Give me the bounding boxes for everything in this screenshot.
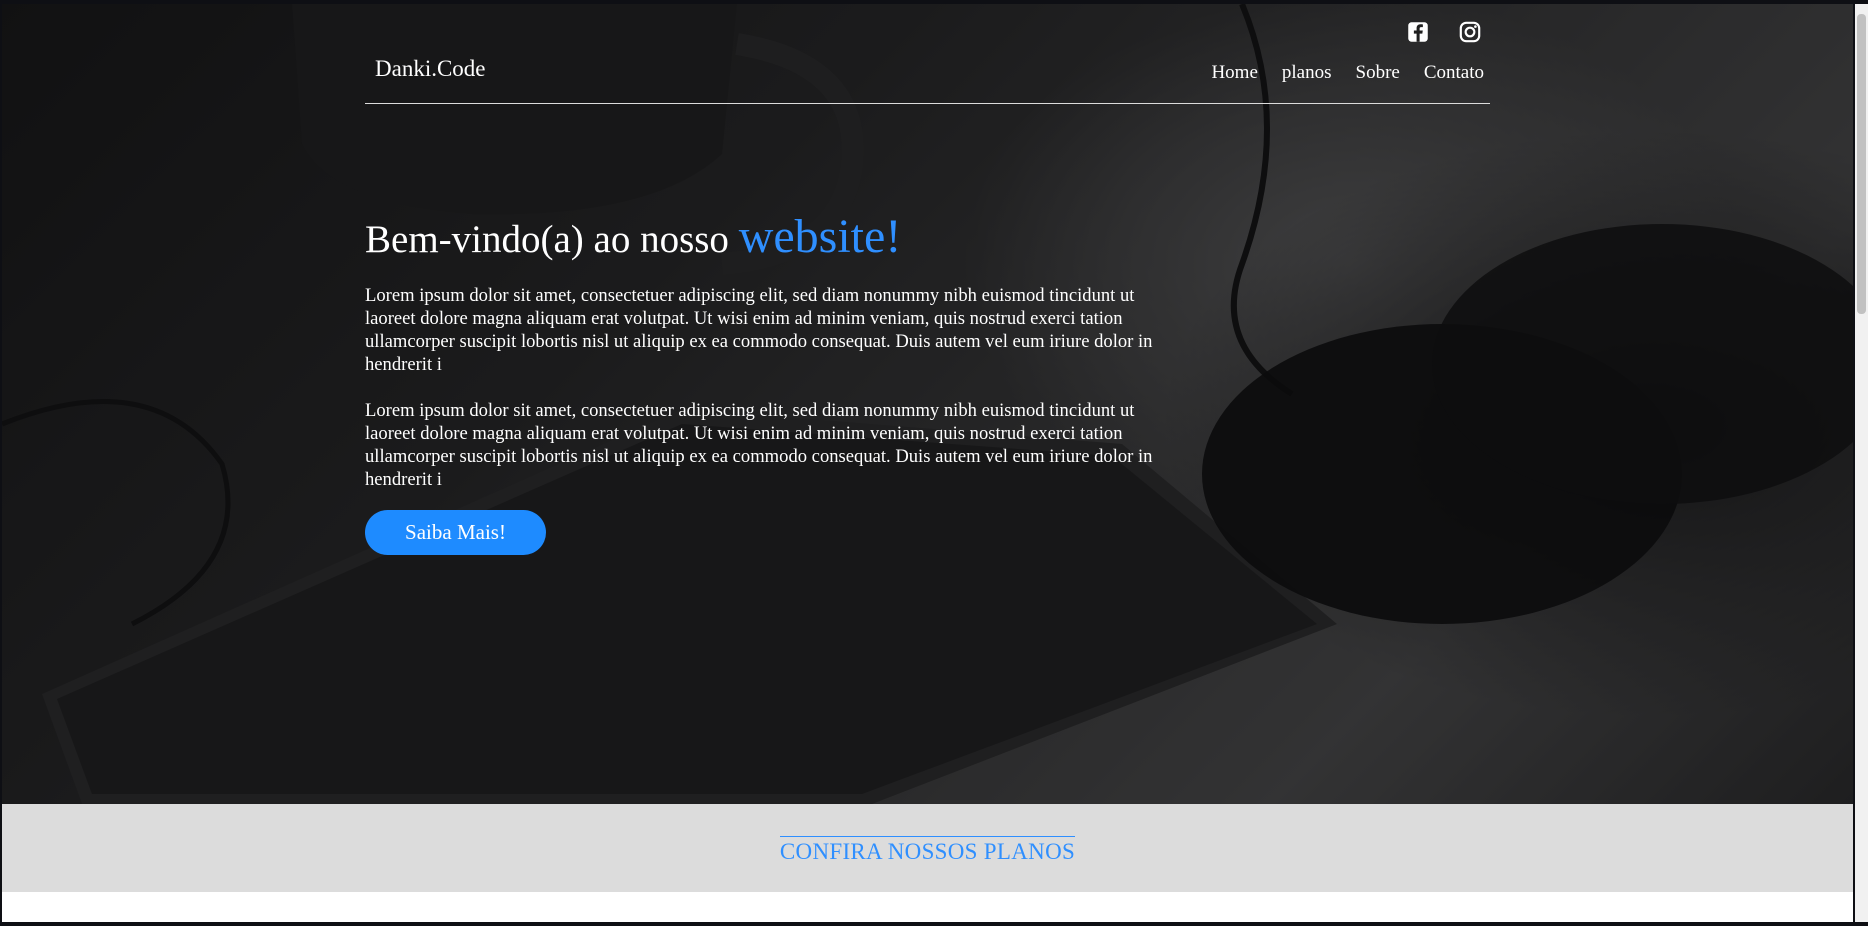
nav-item-sobre[interactable]: Sobre <box>1356 62 1400 84</box>
page: Danki.Code Home planos Sobre Contato Bem… <box>2 4 1853 922</box>
nav-item-contato[interactable]: Contato <box>1424 62 1484 84</box>
nav-item-planos[interactable]: planos <box>1282 62 1332 84</box>
hero-section: Danki.Code Home planos Sobre Contato Bem… <box>2 4 1853 804</box>
hero-paragraph-2: Lorem ipsum dolor sit amet, consectetuer… <box>365 400 1153 490</box>
site-logo[interactable]: Danki.Code <box>375 56 486 82</box>
saiba-mais-button[interactable]: Saiba Mais! <box>365 510 546 555</box>
plans-title-text: CONFIRA NOSSOS PLANOS <box>779 836 1076 865</box>
plans-heading: CONFIRA NOSSOS PLANOS <box>2 836 1853 866</box>
instagram-icon[interactable] <box>1457 19 1483 45</box>
plans-content-area <box>2 892 1853 922</box>
hero-headline: Bem-vindo(a) ao nosso website! <box>365 209 901 264</box>
scrollbar[interactable] <box>1855 4 1868 922</box>
hero-container: Danki.Code Home planos Sobre Contato Bem… <box>365 4 1492 804</box>
main-nav: Home planos Sobre Contato <box>1211 62 1484 84</box>
headline-accent: website! <box>738 210 902 263</box>
hero-paragraph-1: Lorem ipsum dolor sit amet, consectetuer… <box>365 285 1153 375</box>
social-links <box>1405 19 1483 45</box>
header-divider <box>365 103 1490 104</box>
facebook-icon[interactable] <box>1405 19 1431 45</box>
scrollbar-thumb[interactable] <box>1857 14 1866 314</box>
headline-text: Bem-vindo(a) ao nosso <box>365 218 729 261</box>
nav-item-home[interactable]: Home <box>1211 62 1257 84</box>
